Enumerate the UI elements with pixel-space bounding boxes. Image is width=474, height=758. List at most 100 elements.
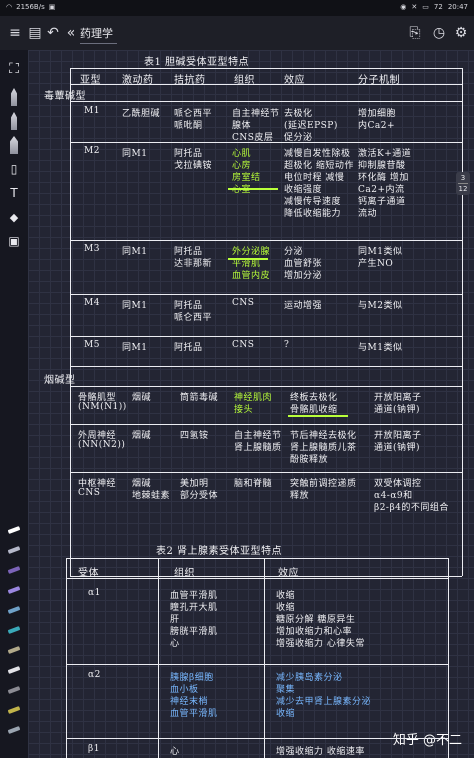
export-icon[interactable]: ⎘ (406, 24, 424, 42)
table2-header-border (66, 578, 448, 579)
header-antagonist: 拮抗药 (174, 75, 206, 86)
pen-swatch-icon[interactable] (6, 542, 22, 558)
table1-bottom-border (70, 576, 462, 577)
text-tool-icon[interactable]: T (6, 184, 22, 202)
mute-icon: ✕ (411, 3, 418, 11)
pen-swatch-icon[interactable] (6, 662, 22, 678)
pen-swatch-icon[interactable] (6, 702, 22, 718)
row-divider (66, 664, 448, 665)
battery-icon: ▭ (422, 3, 429, 11)
cell-antagonist: 哌仑西平 (174, 313, 213, 323)
cell-antagonist: 四氢铵 (180, 431, 209, 441)
page-total: 12 (458, 185, 468, 193)
t2-cell-receptor: β1 (88, 744, 100, 754)
cell-agonist: 同M1 (122, 247, 148, 257)
t2-cell-tissue: 血管平滑肌 (170, 709, 218, 719)
t2-header-receptor: 受体 (78, 568, 99, 579)
cell-antagonist: 阿托品 (174, 343, 203, 353)
cell-mechanism: 通道(钠钾) (374, 405, 421, 415)
image-insert-icon[interactable]: ▣ (6, 232, 22, 250)
cell-subtype: M5 (84, 340, 100, 350)
undo-icon[interactable]: ↶ (44, 24, 62, 42)
t2-cell-receptor: α1 (88, 588, 101, 598)
highlight-stroke (228, 258, 268, 260)
highlight-stroke (228, 188, 278, 190)
section-divider (70, 366, 462, 367)
pen-tool-icon[interactable] (6, 88, 22, 106)
row-divider (70, 142, 462, 143)
notebook-icon[interactable]: ▤ (26, 24, 44, 42)
t2-header-effect: 效应 (278, 568, 299, 579)
cell-antagonist: 戈拉碘铵 (174, 161, 213, 171)
eraser-icon[interactable]: ▯ (6, 160, 22, 178)
cell-agonist: 烟碱 (132, 393, 152, 403)
pen-swatch-icon[interactable] (6, 562, 22, 578)
table2-title: 表2 肾上腺素受体亚型特点 (156, 546, 283, 557)
cell-agonist: 同M1 (122, 301, 148, 311)
header-mechanism: 分子机制 (358, 75, 400, 86)
cell-antagonist: 哌吡酮 (174, 121, 203, 131)
t2-cell-effect: 收缩 (276, 709, 296, 719)
pencil-tool-icon[interactable] (6, 112, 22, 130)
cell-effect: 释放 (290, 491, 310, 501)
wifi-icon: ◠ (6, 3, 13, 11)
table1-right-border (462, 68, 463, 576)
t2-cell-tissue: 心 (170, 639, 180, 649)
pen-white-swatch-icon[interactable] (6, 522, 22, 538)
header-effect: 效应 (284, 75, 305, 86)
history-icon[interactable]: ◷ (430, 24, 448, 42)
back-chevron-icon[interactable]: « (62, 24, 80, 42)
pen-swatch-icon[interactable] (6, 602, 22, 618)
battery-level: 72 (433, 3, 443, 11)
note-canvas[interactable]: 表1 胆碱受体亚型特点 亚型 激动药 拮抗药 组织 效应 分子机制 毒蕈碱型 烟… (28, 50, 474, 758)
cell-agonist: 地棘蛙素 (132, 491, 171, 501)
row-divider (70, 472, 462, 473)
section-divider (70, 386, 462, 387)
t2-cell-effect: 增强收缩力 心律失常 (276, 639, 365, 649)
pen-swatch-icon[interactable] (6, 642, 22, 658)
clock: 20:47 (447, 3, 468, 11)
pen-swatch-icon[interactable] (6, 682, 22, 698)
page-indicator[interactable]: 3 12 (456, 172, 470, 195)
status-bar: ◠ 2156B/s ▣ ◉ ✕ ▭ 72 20:47 (0, 0, 474, 16)
note-title[interactable]: 药理学 (80, 25, 117, 44)
row-divider (70, 240, 462, 241)
lasso-select-icon[interactable]: ⛶ (6, 60, 22, 78)
pen-swatch-icon[interactable] (6, 722, 22, 738)
cell-effect: 骨骼肌收缩 (290, 405, 338, 415)
cell-mechanism: 内Ca2+ (358, 121, 396, 131)
table1-left-border (70, 68, 71, 576)
table1-title: 表1 胆碱受体亚型特点 (144, 57, 250, 68)
cell-agonist: 同M1 (122, 149, 148, 159)
header-agonist: 激动药 (122, 75, 154, 86)
cell-antagonist: 筒箭毒碱 (180, 393, 219, 403)
pen-swatch-icon[interactable] (6, 622, 22, 638)
network-speed: 2156B/s (16, 3, 45, 11)
cell-tissue: 血管内皮 (232, 271, 271, 281)
cell-agonist: 乙酰胆碱 (122, 109, 161, 119)
table2-col-border (264, 558, 265, 758)
sidebar-toggle-icon[interactable]: ≡ (6, 24, 24, 42)
marker-tool-icon[interactable] (6, 136, 22, 154)
row-divider (66, 738, 448, 739)
header-tissue: 组织 (234, 75, 255, 86)
t2-cell-tissue: 心 (170, 747, 180, 757)
cell-mechanism: 与M2类似 (358, 301, 403, 311)
cell-subtype: (NN(N2)) (78, 440, 126, 450)
cell-tissue: CNS (232, 298, 255, 308)
cell-mechanism: 流动 (358, 209, 378, 219)
table2-col-border (158, 558, 159, 758)
cell-subtype: M2 (84, 146, 100, 156)
cell-subtype: CNS (78, 488, 101, 498)
cell-subtype: M3 (84, 244, 100, 254)
t2-cell-effect: 增强收缩力 收缩速率 (276, 747, 365, 757)
page-current: 3 (460, 174, 466, 182)
shapes-icon[interactable]: ◆ (6, 208, 22, 226)
app-notification-icon: ▣ (48, 3, 56, 11)
table2-right-border (448, 558, 449, 758)
cell-tissue: CNS (232, 340, 255, 350)
pen-swatch-icon[interactable] (6, 582, 22, 598)
settings-gear-icon[interactable]: ⚙ (452, 24, 470, 42)
t2-cell-receptor: α2 (88, 670, 101, 680)
cell-mechanism: 与M1类似 (358, 343, 403, 353)
